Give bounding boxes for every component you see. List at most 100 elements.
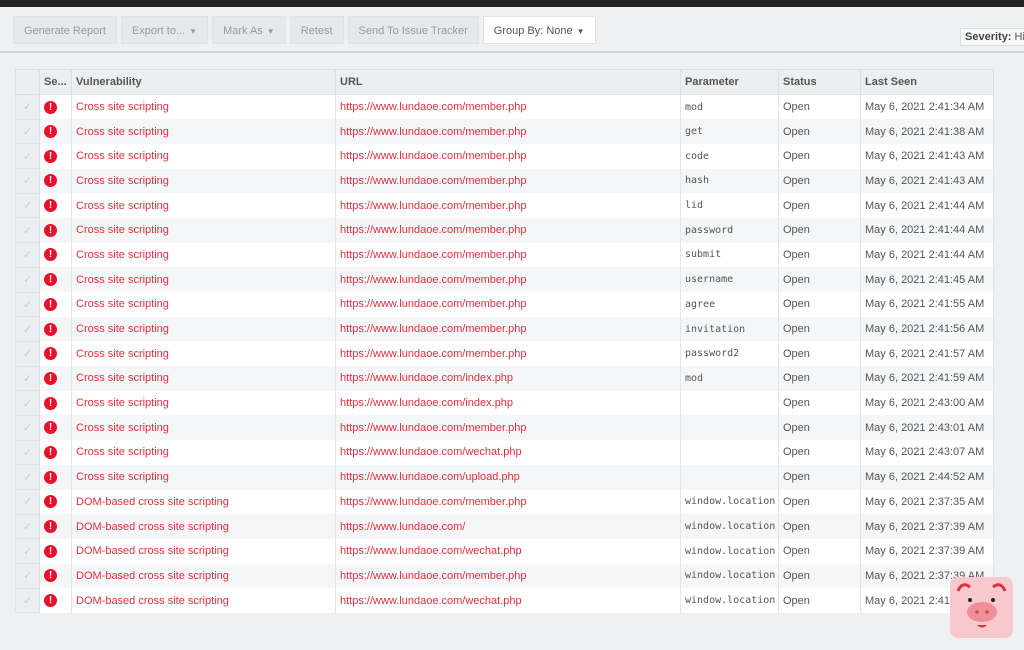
url-link[interactable]: https://www.lundaoe.com/upload.php bbox=[335, 464, 681, 490]
table-row[interactable]: ✓ ! DOM-based cross site scripting https… bbox=[15, 587, 994, 614]
vulnerability-link[interactable]: Cross site scripting bbox=[71, 292, 336, 317]
export-button[interactable]: Export to... ▼ bbox=[120, 16, 209, 44]
row-checkbox[interactable]: ✓ bbox=[15, 587, 40, 614]
row-checkbox[interactable]: ✓ bbox=[15, 439, 40, 466]
row-checkbox[interactable]: ✓ bbox=[15, 266, 40, 293]
url-link[interactable]: https://www.lundaoe.com/member.php bbox=[335, 267, 681, 292]
vulnerability-link[interactable]: Cross site scripting bbox=[71, 366, 336, 391]
vulnerability-link[interactable]: DOM-based cross site scripting bbox=[71, 538, 336, 564]
vulnerability-link[interactable]: Cross site scripting bbox=[71, 242, 336, 268]
table-row[interactable]: ✓ ! Cross site scripting https://www.lun… bbox=[15, 143, 994, 170]
table-row[interactable]: ✓ ! DOM-based cross site scripting https… bbox=[15, 489, 994, 515]
url-link[interactable]: https://www.lundaoe.com/member.php bbox=[335, 193, 681, 218]
table-row[interactable]: ✓ ! Cross site scripting https://www.lun… bbox=[15, 168, 994, 194]
url-link[interactable]: https://www.lundaoe.com/member.php bbox=[335, 415, 681, 441]
row-checkbox[interactable]: ✓ bbox=[15, 291, 40, 318]
vulnerability-link[interactable]: Cross site scripting bbox=[71, 341, 336, 367]
table-row[interactable]: ✓ ! Cross site scripting https://www.lun… bbox=[15, 266, 994, 293]
table-row[interactable]: ✓ ! Cross site scripting https://www.lun… bbox=[15, 242, 994, 268]
row-checkbox[interactable]: ✓ bbox=[15, 489, 40, 515]
url-link[interactable]: https://www.lundaoe.com/member.php bbox=[335, 292, 681, 317]
table-row[interactable]: ✓ ! Cross site scripting https://www.lun… bbox=[15, 118, 994, 145]
row-checkbox[interactable]: ✓ bbox=[15, 316, 40, 342]
table-row[interactable]: ✓ ! Cross site scripting https://www.lun… bbox=[15, 365, 994, 392]
vulnerability-link[interactable]: Cross site scripting bbox=[71, 193, 336, 218]
vulnerability-link[interactable]: Cross site scripting bbox=[71, 316, 336, 342]
table-row[interactable]: ✓ ! DOM-based cross site scripting https… bbox=[15, 538, 994, 565]
vulnerability-link[interactable]: Cross site scripting bbox=[71, 217, 336, 243]
url-link[interactable]: https://www.lundaoe.com/member.php bbox=[335, 489, 681, 515]
retest-button[interactable]: Retest bbox=[289, 16, 344, 44]
table-row[interactable]: ✓ ! Cross site scripting https://www.lun… bbox=[15, 464, 994, 490]
url-link[interactable]: https://www.lundaoe.com/ bbox=[335, 514, 681, 539]
column-parameter[interactable]: Parameter bbox=[680, 69, 779, 95]
row-checkbox[interactable]: ✓ bbox=[15, 390, 40, 416]
severity-filter[interactable]: Severity: Hi bbox=[960, 28, 1024, 46]
url-link[interactable]: https://www.lundaoe.com/index.php bbox=[335, 390, 681, 416]
row-checkbox[interactable]: ✓ bbox=[15, 563, 40, 589]
url-link[interactable]: https://www.lundaoe.com/member.php bbox=[335, 316, 681, 342]
url-link[interactable]: https://www.lundaoe.com/wechat.php bbox=[335, 588, 681, 613]
row-checkbox[interactable]: ✓ bbox=[15, 538, 40, 565]
table-row[interactable]: ✓ ! Cross site scripting https://www.lun… bbox=[15, 439, 994, 466]
url-link[interactable]: https://www.lundaoe.com/member.php bbox=[335, 563, 681, 589]
row-checkbox[interactable]: ✓ bbox=[15, 464, 40, 490]
vulnerability-link[interactable]: DOM-based cross site scripting bbox=[71, 489, 336, 515]
url-link[interactable]: https://www.lundaoe.com/wechat.php bbox=[335, 440, 681, 465]
column-vulnerability[interactable]: Vulnerability bbox=[71, 69, 336, 95]
vulnerability-link[interactable]: Cross site scripting bbox=[71, 464, 336, 490]
row-checkbox[interactable]: ✓ bbox=[15, 414, 40, 441]
table-row[interactable]: ✓ ! DOM-based cross site scripting https… bbox=[15, 563, 994, 589]
row-checkbox[interactable]: ✓ bbox=[15, 118, 40, 145]
vulnerability-link[interactable]: Cross site scripting bbox=[71, 267, 336, 292]
group-by-dropdown[interactable]: Group By: None ▼ bbox=[482, 16, 596, 44]
table-row[interactable]: ✓ ! Cross site scripting https://www.lun… bbox=[15, 390, 994, 416]
row-checkbox[interactable]: ✓ bbox=[15, 192, 40, 219]
vulnerability-link[interactable]: Cross site scripting bbox=[71, 390, 336, 416]
table-row[interactable]: ✓ ! DOM-based cross site scripting https… bbox=[15, 513, 994, 540]
table-row[interactable]: ✓ ! Cross site scripting https://www.lun… bbox=[15, 291, 994, 318]
vulnerability-link[interactable]: DOM-based cross site scripting bbox=[71, 563, 336, 589]
vulnerability-link[interactable]: Cross site scripting bbox=[71, 94, 336, 120]
vulnerability-link[interactable]: Cross site scripting bbox=[71, 119, 336, 144]
table-row[interactable]: ✓ ! Cross site scripting https://www.lun… bbox=[15, 217, 994, 244]
url-link[interactable]: https://www.lundaoe.com/member.php bbox=[335, 341, 681, 367]
row-checkbox[interactable]: ✓ bbox=[15, 94, 40, 120]
url-link[interactable]: https://www.lundaoe.com/member.php bbox=[335, 217, 681, 243]
vulnerability-link[interactable]: Cross site scripting bbox=[71, 143, 336, 169]
select-all-header[interactable] bbox=[15, 69, 40, 95]
row-checkbox[interactable]: ✓ bbox=[15, 168, 40, 194]
column-last-seen[interactable]: Last Seen bbox=[860, 69, 994, 95]
row-checkbox[interactable]: ✓ bbox=[15, 340, 40, 367]
table-row[interactable]: ✓ ! Cross site scripting https://www.lun… bbox=[15, 316, 994, 342]
url-link[interactable]: https://www.lundaoe.com/index.php bbox=[335, 366, 681, 391]
vulnerability-link[interactable]: Cross site scripting bbox=[71, 415, 336, 441]
column-url[interactable]: URL bbox=[335, 69, 681, 95]
table-row[interactable]: ✓ ! Cross site scripting https://www.lun… bbox=[15, 94, 994, 120]
vulnerability-link[interactable]: Cross site scripting bbox=[71, 440, 336, 465]
url-link[interactable]: https://www.lundaoe.com/member.php bbox=[335, 168, 681, 194]
send-to-issue-tracker-button[interactable]: Send To Issue Tracker bbox=[347, 16, 479, 44]
row-checkbox[interactable]: ✓ bbox=[15, 513, 40, 540]
url-link[interactable]: https://www.lundaoe.com/member.php bbox=[335, 242, 681, 268]
url-link[interactable]: https://www.lundaoe.com/member.php bbox=[335, 143, 681, 169]
column-severity[interactable]: Se... bbox=[39, 69, 72, 95]
exclamation-circle-icon: ! bbox=[44, 520, 57, 534]
row-checkbox[interactable]: ✓ bbox=[15, 217, 40, 244]
table-row[interactable]: ✓ ! Cross site scripting https://www.lun… bbox=[15, 414, 994, 441]
column-status[interactable]: Status bbox=[778, 69, 861, 95]
status-cell: Open bbox=[778, 538, 861, 564]
vulnerability-link[interactable]: Cross site scripting bbox=[71, 168, 336, 194]
row-checkbox[interactable]: ✓ bbox=[15, 242, 40, 268]
row-checkbox[interactable]: ✓ bbox=[15, 143, 40, 170]
generate-report-button[interactable]: Generate Report bbox=[13, 16, 117, 44]
vulnerability-link[interactable]: DOM-based cross site scripting bbox=[71, 514, 336, 539]
row-checkbox[interactable]: ✓ bbox=[15, 365, 40, 392]
url-link[interactable]: https://www.lundaoe.com/member.php bbox=[335, 94, 681, 120]
vulnerability-link[interactable]: DOM-based cross site scripting bbox=[71, 588, 336, 613]
table-row[interactable]: ✓ ! Cross site scripting https://www.lun… bbox=[15, 192, 994, 219]
table-row[interactable]: ✓ ! Cross site scripting https://www.lun… bbox=[15, 340, 994, 367]
mark-as-button[interactable]: Mark As ▼ bbox=[212, 16, 286, 44]
url-link[interactable]: https://www.lundaoe.com/wechat.php bbox=[335, 538, 681, 564]
url-link[interactable]: https://www.lundaoe.com/member.php bbox=[335, 119, 681, 144]
